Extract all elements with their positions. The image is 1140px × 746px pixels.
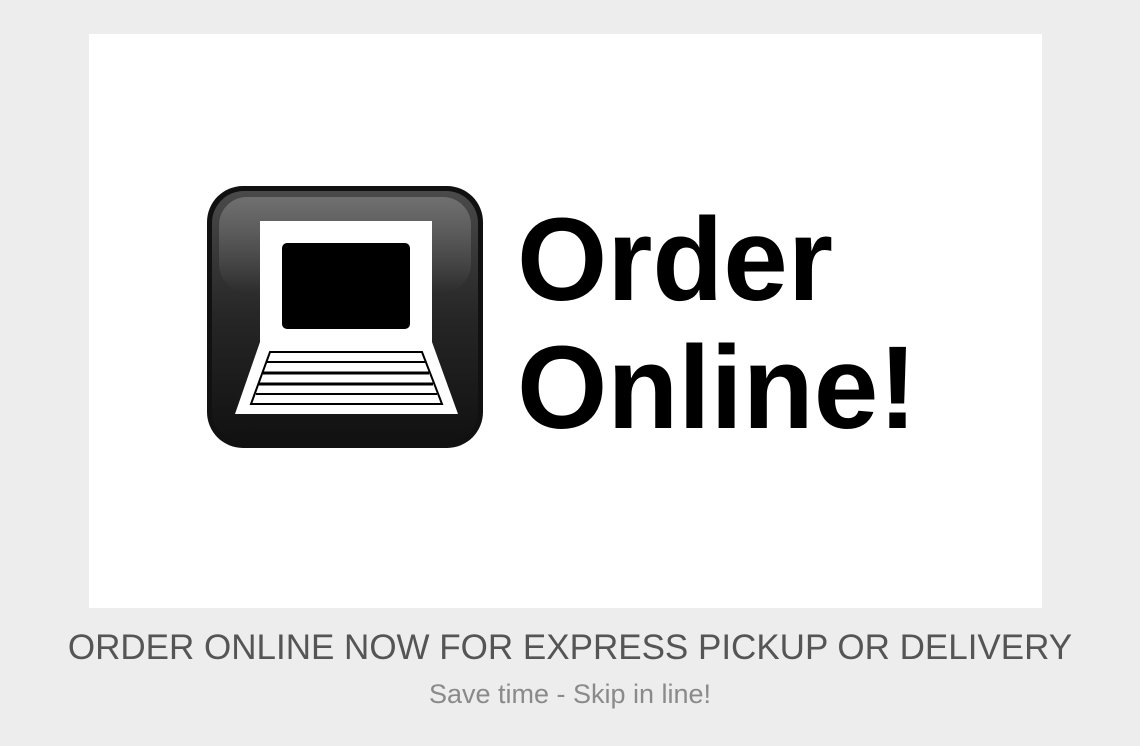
order-online-logo: Order Online! [207,186,917,454]
logo-text-online: Online! [517,322,917,454]
promo-page: Order Online! ORDER ONLINE NOW FOR EXPRE… [0,0,1140,746]
promo-heading: ORDER ONLINE NOW FOR EXPRESS PICKUP OR D… [67,628,1073,667]
promo-subheading: Save time - Skip in line! [428,679,712,709]
logo-text: Order Online! [517,194,917,454]
order-online-banner-image[interactable]: Order Online! [89,34,1042,608]
logo-text-order: Order [517,194,833,326]
laptop-icon [207,186,483,448]
